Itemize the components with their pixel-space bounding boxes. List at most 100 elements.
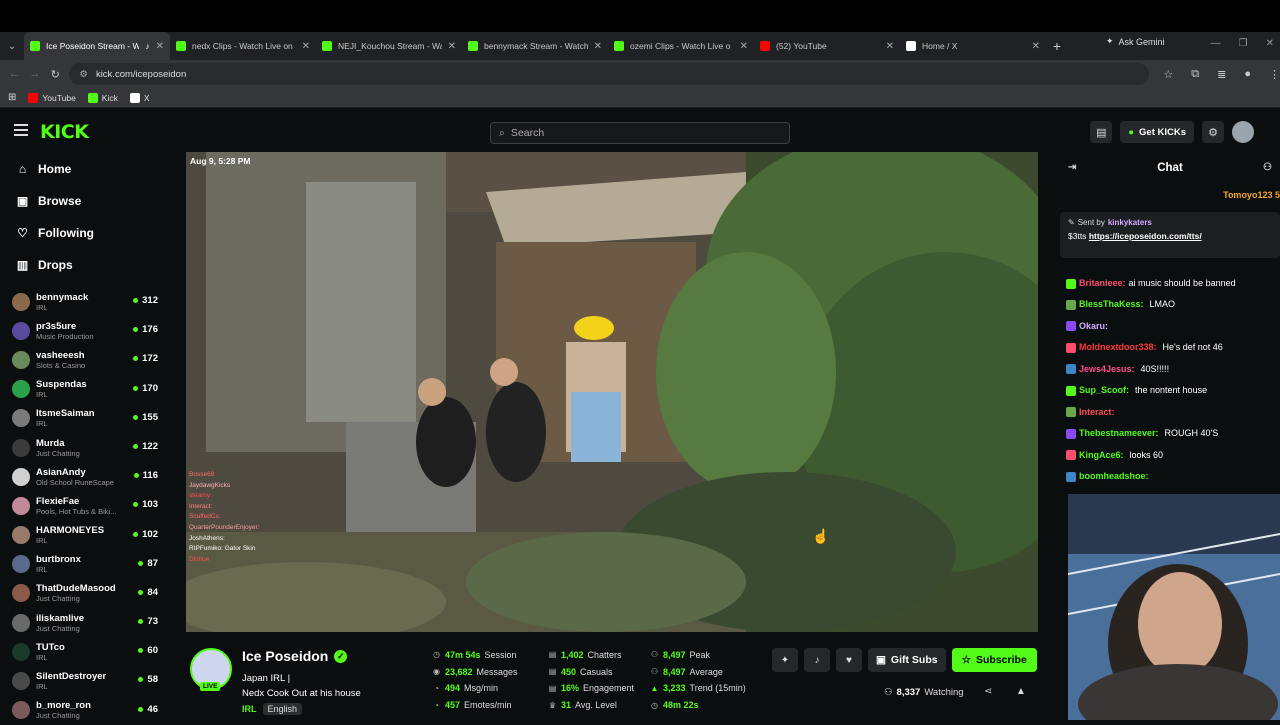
sidebar-channel[interactable]: FlexieFae Pools, Hot Tubs & Biki... 103: [0, 491, 172, 520]
chat-message[interactable]: boomheadshoe:: [1066, 466, 1278, 488]
sidebar-channel[interactable]: ItsmeSaiman IRL 155: [0, 404, 172, 433]
apps-grid-icon[interactable]: ⊞: [8, 92, 16, 103]
chat-username[interactable]: Interact:: [1079, 402, 1115, 424]
search-input[interactable]: ⌕ Search: [490, 122, 790, 144]
new-tab-button[interactable]: +: [1046, 38, 1068, 54]
chat-username[interactable]: boomheadshoe:: [1079, 466, 1149, 488]
chat-message[interactable]: Thebestnameever: ROUGH 40'S: [1066, 423, 1278, 445]
browser-tab[interactable]: (52) YouTube ✕: [754, 32, 900, 60]
kicks-coin-icon: ●: [1128, 126, 1135, 138]
browser-tab[interactable]: bennymack Stream - Watch ✕: [462, 32, 608, 60]
sidebar-nav-following[interactable]: ♡ Following: [0, 217, 172, 249]
notification-bell-icon[interactable]: ♪: [804, 648, 830, 672]
sidebar-channel[interactable]: AsianAndy Old School RuneScape 116: [0, 462, 172, 491]
browser-tab[interactable]: nedx Clips - Watch Live on ✕: [170, 32, 316, 60]
browser-tab[interactable]: Ice Poseidon Stream - W ♪ ✕: [24, 32, 170, 60]
chat-badge-icon: [1066, 407, 1076, 418]
sidebar-channel[interactable]: iliskamlive Just Chatting 73: [0, 608, 172, 637]
report-icon[interactable]: ▲: [1016, 686, 1026, 697]
tab-audio-icon[interactable]: ♪: [145, 41, 149, 51]
browser-tab[interactable]: ozemi Clips - Watch Live o ✕: [608, 32, 754, 60]
tab-close-icon[interactable]: ✕: [302, 41, 310, 52]
chat-badge-icon: [1066, 278, 1076, 289]
chat-message[interactable]: Interact:: [1066, 402, 1278, 424]
media-icon[interactable]: ≣: [1217, 68, 1226, 81]
sidebar-channel[interactable]: Murda Just Chatting 122: [0, 433, 172, 462]
sidebar-channel[interactable]: TUTco IRL 60: [0, 637, 172, 666]
pin-icon[interactable]: ✦: [772, 648, 798, 672]
sidebar-channel[interactable]: HARMONEYES IRL 102: [0, 521, 172, 550]
chat-username[interactable]: BlessThaKess:: [1079, 294, 1144, 316]
chat-username[interactable]: Sup_Scoof:: [1079, 380, 1129, 402]
bookmark-star-icon[interactable]: ☆: [1163, 68, 1173, 81]
subscribe-button[interactable]: ☆ Subscribe: [951, 648, 1037, 672]
top-gifter[interactable]: Tomoyo123 5: [1223, 190, 1280, 200]
sidebar-channel[interactable]: vasheeesh Slots & Casino 172: [0, 345, 172, 374]
chat-message[interactable]: Moldnextdoor338: He's def not 46: [1066, 337, 1278, 359]
streamer-name[interactable]: Ice Poseidon ✓: [242, 648, 348, 664]
maximize-icon[interactable]: ❐: [1239, 38, 1248, 49]
chat-username[interactable]: Okaru:: [1079, 316, 1108, 338]
menu-hamburger-icon[interactable]: [14, 124, 28, 139]
sidebar-channel[interactable]: burtbronx IRL 87: [0, 550, 172, 579]
settings-gear-icon[interactable]: ⚙: [1202, 121, 1224, 143]
chat-username[interactable]: KingAce6:: [1079, 445, 1124, 467]
chat-users-icon[interactable]: ⚇: [1263, 162, 1272, 173]
site-info-icon[interactable]: ⚙: [79, 69, 88, 80]
close-window-icon[interactable]: ✕: [1266, 38, 1274, 49]
follow-heart-icon[interactable]: ♥: [836, 648, 862, 672]
menu-icon[interactable]: ⋮: [1269, 68, 1280, 81]
sidebar-channel[interactable]: b_more_ron Just Chatting 46: [0, 696, 172, 725]
bookmark-item[interactable]: YouTube: [28, 92, 76, 103]
language-tag[interactable]: English: [262, 703, 303, 715]
gift-subs-button[interactable]: ▣ Gift Subs: [868, 648, 946, 672]
pinned-message[interactable]: ✎ Sent by kinkykaters $3tts https://icepos…: [1060, 212, 1280, 258]
theater-mode-icon[interactable]: ▤: [1090, 121, 1113, 143]
pinned-link[interactable]: https://iceposeidon.com/tts/: [1089, 231, 1202, 241]
sidebar-channel[interactable]: ThatDudeMasood Just Chatting 84: [0, 579, 172, 608]
sidebar-channel[interactable]: pr3s5ure Music Production 176: [0, 316, 172, 345]
browser-tab[interactable]: NEJI_Kouchou Stream - Wa ✕: [316, 32, 462, 60]
tab-close-icon[interactable]: ✕: [1032, 41, 1040, 52]
chat-username[interactable]: Britanieee:: [1079, 278, 1126, 288]
user-avatar[interactable]: [1232, 121, 1254, 143]
profile-icon[interactable]: ●: [1244, 68, 1251, 81]
collapse-chat-icon[interactable]: ⇥: [1068, 162, 1076, 173]
tab-close-icon[interactable]: ✕: [886, 41, 894, 52]
chat-message[interactable]: Okaru:: [1066, 316, 1278, 338]
sidebar-nav-browse[interactable]: ▣ Browse: [0, 185, 172, 217]
back-icon[interactable]: ←: [4, 68, 24, 80]
chat-message[interactable]: Britanieee: ai music should be banned: [1066, 272, 1278, 294]
tab-close-icon[interactable]: ✕: [594, 41, 602, 52]
extensions-icon[interactable]: ⧉: [1191, 68, 1199, 81]
reload-icon[interactable]: ↻: [45, 68, 65, 81]
ask-gemini-button[interactable]: ✦ Ask Gemini: [1106, 36, 1165, 47]
bookmark-item[interactable]: X: [129, 92, 150, 103]
sidebar-channel[interactable]: bennymack IRL 312: [0, 287, 172, 316]
sidebar-channel[interactable]: SilentDestroyer IRL 58: [0, 666, 172, 695]
bookmark-item[interactable]: Kick: [87, 92, 118, 103]
chat-message[interactable]: Jews4Jesus: 40S!!!!!: [1066, 359, 1278, 381]
tab-search-icon[interactable]: ⌄: [0, 41, 24, 52]
tab-close-icon[interactable]: ✕: [740, 41, 748, 52]
chat-message[interactable]: BlessThaKess: LMAO: [1066, 294, 1278, 316]
forward-icon[interactable]: →: [24, 68, 44, 80]
category-tag[interactable]: IRL: [242, 703, 257, 715]
sidebar-nav-drops[interactable]: ▥ Drops: [0, 249, 172, 281]
chat-username[interactable]: Jews4Jesus:: [1079, 359, 1135, 381]
sidebar-channel[interactable]: Suspendas IRL 170: [0, 375, 172, 404]
chat-username[interactable]: Thebestnameever:: [1079, 423, 1159, 445]
url-field[interactable]: ⚙ kick.com/iceposeidon: [69, 63, 1150, 85]
minimize-icon[interactable]: —: [1211, 38, 1221, 49]
get-kicks-button[interactable]: ● Get KICKs: [1120, 121, 1194, 143]
tab-close-icon[interactable]: ✕: [156, 41, 164, 52]
kick-logo[interactable]: KICK: [40, 121, 89, 143]
tab-close-icon[interactable]: ✕: [448, 41, 456, 52]
sidebar-nav-home[interactable]: ⌂ Home: [0, 153, 172, 185]
share-icon[interactable]: ⋖: [984, 686, 992, 697]
chat-username[interactable]: Moldnextdoor338:: [1079, 337, 1157, 359]
chat-message[interactable]: Sup_Scoof: the nontent house: [1066, 380, 1278, 402]
browser-tab[interactable]: Home / X ✕: [900, 32, 1046, 60]
video-player[interactable]: Aug 9, 5:28 PM Bosse69 JaydawgKicks steamy…: [186, 152, 1038, 632]
chat-message[interactable]: KingAce6: looks 60: [1066, 445, 1278, 467]
